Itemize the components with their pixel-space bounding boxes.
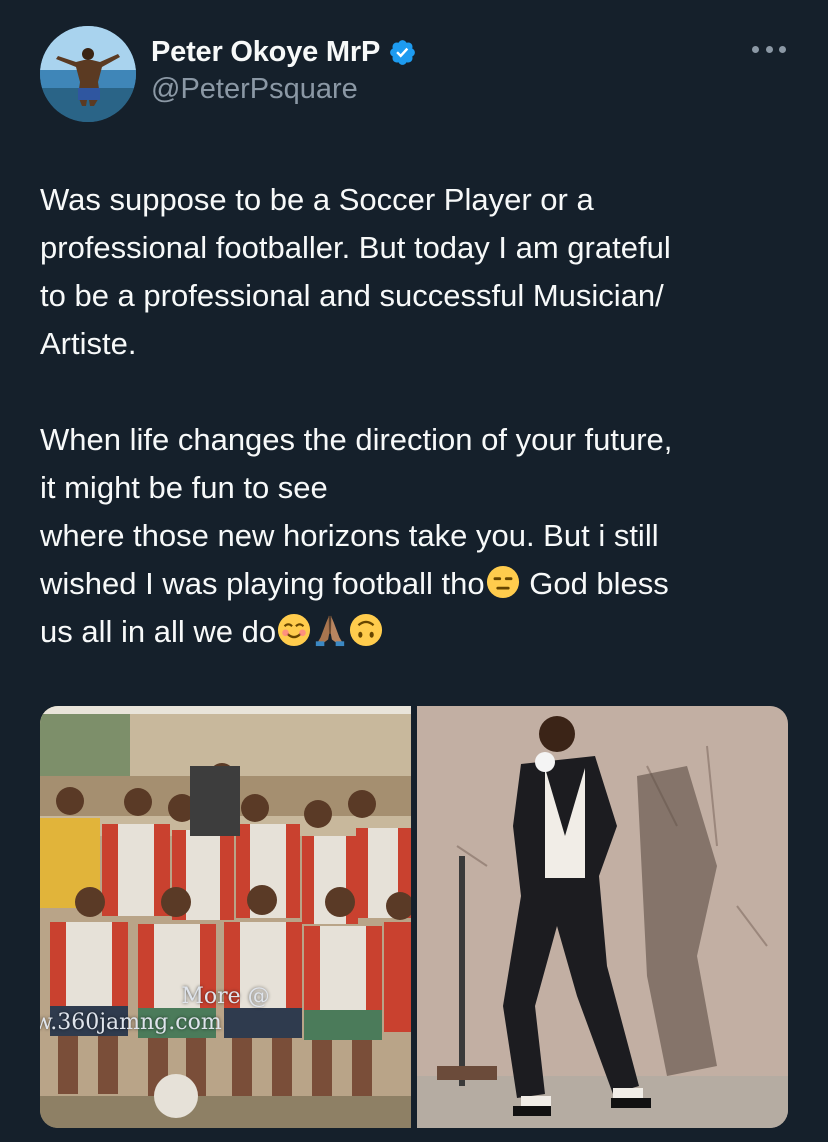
media-photo-performer[interactable]: [417, 706, 788, 1128]
display-name[interactable]: Peter Okoye MrP: [151, 36, 380, 69]
user-handle[interactable]: @PeterPsquare: [151, 73, 417, 106]
tweet-line: us all in all we do: [40, 608, 800, 656]
expressionless-face-emoji-icon: [486, 565, 519, 599]
tweet-line: to be a professional and successful Musi…: [40, 278, 664, 313]
tweet-line: it might be fun to see: [40, 470, 328, 505]
photo-watermark: More @ w.360jamng.com: [40, 984, 411, 1036]
dot-icon: [779, 45, 786, 53]
tweet-header: Peter Okoye MrP @PeterPsquare: [151, 36, 417, 106]
tweet-text-segment: wished I was playing football tho: [40, 566, 485, 601]
tweet-line: where those new horizons take you. But i…: [40, 518, 659, 553]
football-team-photo: [40, 706, 411, 1128]
verified-badge-icon: [390, 40, 415, 65]
folded-hands-emoji-icon: [315, 615, 345, 647]
author-avatar[interactable]: [40, 26, 136, 122]
tweet-line: Was suppose to be a Soccer Player or a: [40, 182, 594, 217]
tweet-line: wished I was playing football tho God bl…: [40, 560, 800, 608]
tweet-text-segment: us all in all we do: [40, 614, 277, 649]
smiling-face-emoji-icon: [278, 613, 311, 647]
tweet-text: Was suppose to be a Soccer Player or a p…: [40, 176, 800, 656]
dot-icon: [752, 45, 759, 53]
avatar-photo: [40, 26, 136, 122]
tweet-line: Artiste.: [40, 326, 137, 361]
tweet-line: professional footballer. But today I am …: [40, 230, 671, 265]
tweet-text-segment: God bless: [520, 566, 669, 601]
upside-down-face-emoji-icon: [350, 613, 383, 647]
tweet-media-grid: More @ w.360jamng.com: [40, 706, 788, 1128]
more-options-icon[interactable]: [752, 42, 786, 56]
dot-icon: [765, 45, 773, 53]
performer-photo: [417, 706, 788, 1128]
media-photo-football-team[interactable]: More @ w.360jamng.com: [40, 706, 411, 1128]
watermark-line: More @: [181, 984, 270, 1009]
tweet-line: When life changes the direction of your …: [40, 422, 673, 457]
display-name-row: Peter Okoye MrP: [151, 36, 417, 69]
watermark-url: w.360jamng.com: [40, 1010, 222, 1035]
